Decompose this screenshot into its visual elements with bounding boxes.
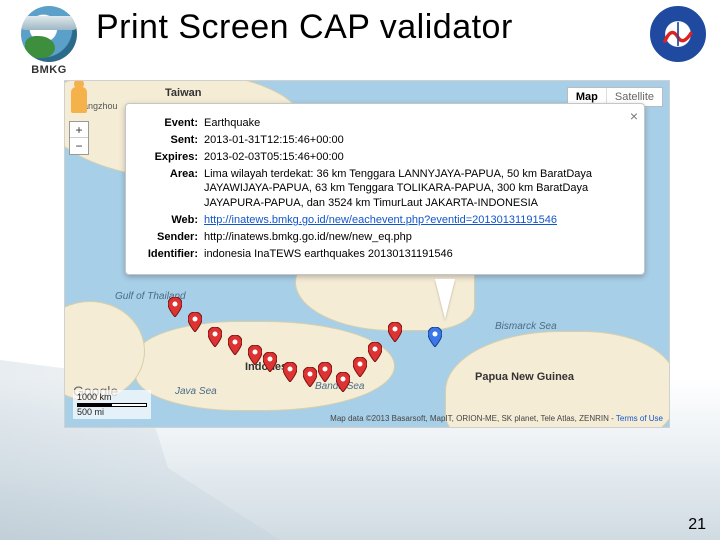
info-val-sent: 2013-01-31T12:15:46+00:00: [204, 133, 618, 148]
info-val-sender: http://inatews.bmkg.go.id/new/new_eq.php: [204, 230, 618, 245]
slide-title: Print Screen CAP validator: [96, 8, 634, 47]
map-marker[interactable]: [388, 322, 402, 336]
info-key-sent: Sent:: [138, 133, 198, 148]
place-label-png: Papua New Guinea: [475, 371, 574, 383]
terms-link[interactable]: Terms of Use: [616, 414, 663, 423]
info-val-expires: 2013-02-03T05:15:46+00:00: [204, 150, 618, 165]
info-val-event: Earthquake: [204, 116, 618, 131]
bmkg-logo: BMKG: [14, 6, 84, 82]
map-canvas[interactable]: Celebes Sea Gulf of Thailand Java Sea Ba…: [65, 81, 669, 427]
map-marker[interactable]: [248, 345, 262, 359]
info-key-web: Web:: [138, 213, 198, 228]
globe-icon: [21, 6, 77, 62]
map-marker[interactable]: [228, 335, 242, 349]
scale-bar: 1000 km 500 mi: [73, 390, 151, 419]
zoom-control: + −: [69, 121, 89, 155]
slide: BMKG Print Screen CAP validator Celebes …: [0, 0, 720, 540]
zoom-out-button[interactable]: −: [70, 138, 88, 154]
info-link-web[interactable]: http://inatews.bmkg.go.id/new/eachevent.…: [204, 214, 557, 226]
sea-label-java: Java Sea: [175, 386, 217, 397]
info-val-area: Lima wilayah terdekat: 36 km Tenggara LA…: [204, 167, 618, 212]
map-marker[interactable]: [283, 362, 297, 376]
page-number: 21: [688, 516, 706, 534]
info-key-sender: Sender:: [138, 230, 198, 245]
map-marker[interactable]: [336, 372, 350, 386]
info-window-tail: [435, 279, 455, 319]
info-key-event: Event:: [138, 116, 198, 131]
map-marker[interactable]: [303, 367, 317, 381]
zoom-in-button[interactable]: +: [70, 122, 88, 138]
info-window: × Event: Earthquake Sent: 2013-01-31T12:15…: [125, 103, 645, 275]
map-marker[interactable]: [208, 327, 222, 341]
info-val-identifier: indonesia InaTEWS earthquakes 2013013119…: [204, 247, 618, 262]
scale-km: 1000 km: [77, 392, 112, 402]
inatews-logo: [650, 6, 706, 62]
map-marker[interactable]: [263, 352, 277, 366]
map-screenshot: Celebes Sea Gulf of Thailand Java Sea Ba…: [64, 80, 670, 428]
wave-icon: [661, 17, 695, 51]
map-marker[interactable]: [318, 362, 332, 376]
info-key-identifier: Identifier:: [138, 247, 198, 262]
info-key-area: Area:: [138, 167, 198, 212]
map-marker[interactable]: [368, 342, 382, 356]
bmkg-label: BMKG: [31, 64, 67, 76]
map-marker[interactable]: [188, 312, 202, 326]
pegman-icon[interactable]: [71, 87, 87, 113]
map-marker[interactable]: [353, 357, 367, 371]
place-label-taiwan: Taiwan: [165, 87, 201, 99]
scale-mi: 500 mi: [77, 407, 104, 417]
sea-label-bismarck: Bismarck Sea: [495, 321, 557, 332]
map-marker[interactable]: [168, 297, 182, 311]
close-icon[interactable]: ×: [630, 108, 638, 124]
map-attribution: Map data ©2013 Basarsoft, MapIT, ORION-M…: [330, 414, 663, 423]
attribution-text: Map data ©2013 Basarsoft, MapIT, ORION-M…: [330, 414, 616, 423]
info-key-expires: Expires:: [138, 150, 198, 165]
map-marker-selected[interactable]: [428, 327, 442, 341]
